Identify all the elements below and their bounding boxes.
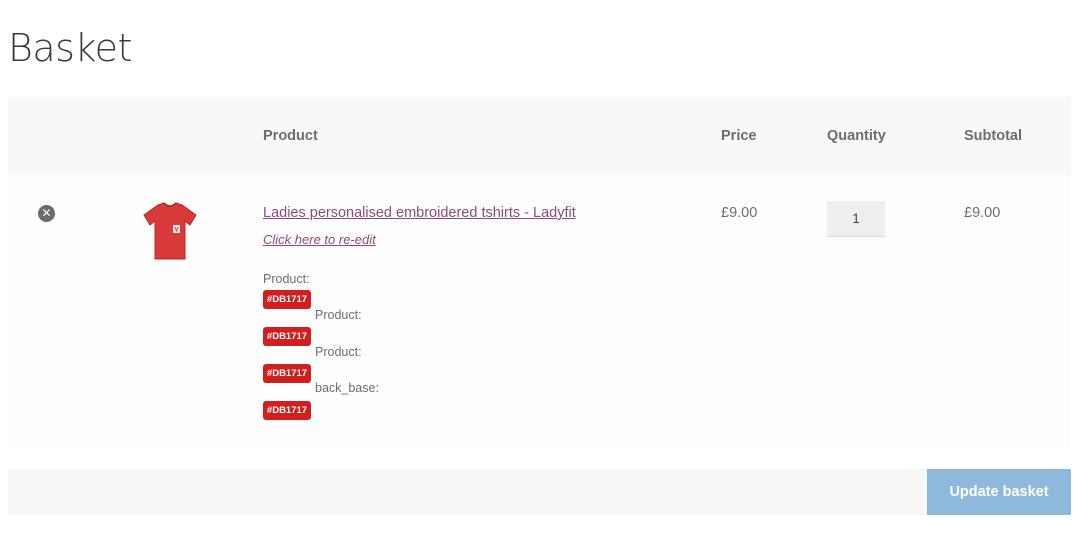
update-basket-button[interactable]: Update basket bbox=[927, 469, 1071, 515]
meta-label: Product: bbox=[315, 308, 362, 322]
basket-actions: Update basket bbox=[8, 469, 1071, 515]
column-header-subtotal: Subtotal bbox=[964, 128, 1022, 144]
basket-table-header: Product Price Quantity Subtotal bbox=[8, 97, 1071, 175]
item-subtotal: £9.00 bbox=[964, 205, 1001, 221]
basket-item-row: ✕ Ladies personalised embroidered tshirt… bbox=[8, 175, 1071, 450]
color-swatch: #DB1717 bbox=[263, 327, 311, 346]
meta-label: Product: bbox=[315, 345, 362, 359]
re-edit-link[interactable]: Click here to re-edit bbox=[263, 232, 376, 247]
column-header-quantity: Quantity bbox=[827, 128, 886, 144]
remove-item-button[interactable]: ✕ bbox=[38, 205, 55, 222]
tshirt-icon[interactable] bbox=[140, 201, 200, 263]
quantity-input[interactable] bbox=[827, 201, 885, 237]
item-price: £9.00 bbox=[721, 205, 758, 221]
meta-label: Product: bbox=[263, 272, 310, 286]
color-swatch: #DB1717 bbox=[263, 290, 311, 309]
color-swatch: #DB1717 bbox=[263, 364, 311, 383]
column-header-price: Price bbox=[721, 128, 757, 144]
color-swatch: #DB1717 bbox=[263, 401, 311, 420]
column-header-product: Product bbox=[263, 128, 318, 144]
product-name-link[interactable]: Ladies personalised embroidered tshirts … bbox=[263, 205, 576, 221]
meta-label: back_base: bbox=[315, 381, 379, 395]
page-title: Basket bbox=[8, 26, 132, 70]
